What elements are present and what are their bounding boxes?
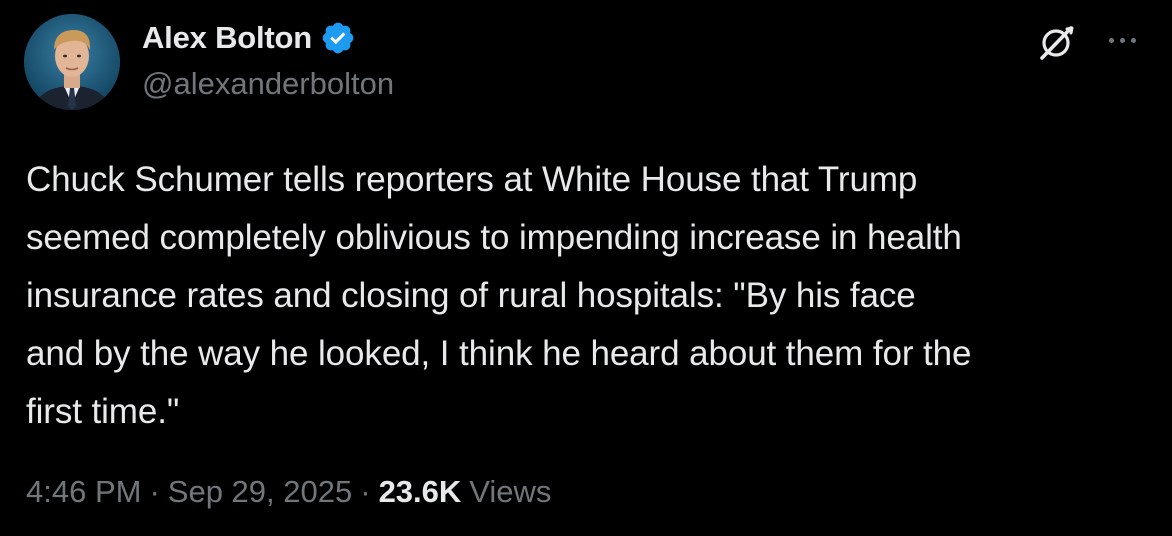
meta-separator: · <box>149 474 160 509</box>
tweet-date[interactable]: Sep 29, 2025 <box>168 474 352 510</box>
author-handle[interactable]: @alexanderbolton <box>142 66 394 102</box>
tweet-card: Alex Bolton @alexanderbolton Chuck Schum… <box>0 0 1172 536</box>
more-dot <box>1130 37 1136 43</box>
views-label[interactable]: Views <box>469 474 551 510</box>
avatar-image <box>24 14 120 110</box>
verified-badge-icon[interactable] <box>320 20 356 56</box>
tweet-text-line: seemed completely oblivious to impending… <box>26 218 962 257</box>
views-count[interactable]: 23.6K <box>379 474 462 510</box>
tweet-time[interactable]: 4:46 PM <box>26 474 141 510</box>
meta-separator: · <box>360 474 371 509</box>
tweet-text-line: insurance rates and closing of rural hos… <box>26 276 916 315</box>
author-name-row: Alex Bolton <box>142 18 356 58</box>
tweet-text-line: Chuck Schumer tells reporters at White H… <box>26 160 918 199</box>
more-dot <box>1119 37 1125 43</box>
more-dot <box>1108 37 1114 43</box>
tweet-meta: 4:46 PM · Sep 29, 2025 · 23.6K Views <box>26 474 551 510</box>
author-display-name[interactable]: Alex Bolton <box>142 20 312 56</box>
tweet-text-line: and by the way he looked, I think he hea… <box>26 334 972 373</box>
tweet-text: Chuck Schumer tells reporters at White H… <box>26 151 1156 441</box>
tweet-text-line: first time." <box>26 392 180 431</box>
grok-icon[interactable] <box>1034 20 1078 64</box>
avatar[interactable] <box>24 14 120 110</box>
more-options-icon[interactable] <box>1100 22 1144 58</box>
